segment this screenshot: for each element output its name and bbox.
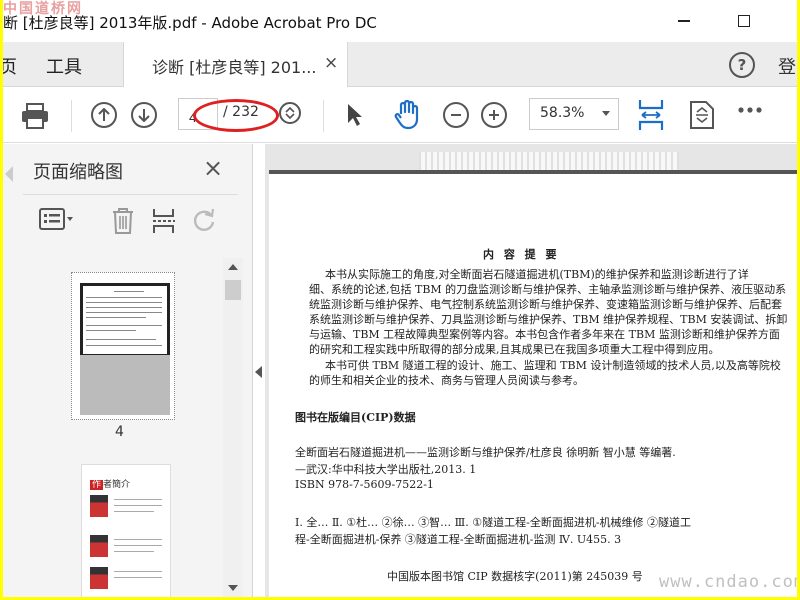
scrollbar-thumb[interactable] xyxy=(225,280,241,300)
abstract-line: 的研究和工程实践中所取得的部分成果,且其成果已在我国多项重大工程中得到应用。 xyxy=(309,343,720,356)
scan-noise xyxy=(419,152,679,170)
chevron-down-icon xyxy=(602,111,610,116)
maximize-icon xyxy=(738,15,750,27)
cip-line: ISBN 978-7-5609-7522-1 xyxy=(295,478,434,491)
thumbnail-author-header: 作者簡介 xyxy=(90,477,130,490)
site-watermark-bottom: www.cndao.com xyxy=(659,572,797,592)
abstract-line: 本书可供 TBM 隧道工程的设计、施工、监理和 TBM 设计制造领域的技术人员,… xyxy=(325,359,781,372)
select-arrow-icon[interactable] xyxy=(345,102,363,128)
site-watermark-top: 中国道桥网 xyxy=(3,1,83,17)
thumbnail-line xyxy=(86,345,162,346)
abstract-line: 系统监测诊断与维护保养、刀具监测诊断与维护保养、TBM 维护保养规程、TBM 安… xyxy=(309,313,788,326)
pdf-page: 内 容 提 要 本书从实际施工的角度,对全断面岩石隧道掘进机(TBM)的维护保养… xyxy=(269,152,797,597)
author-photo xyxy=(90,567,108,589)
thumbnail-line xyxy=(114,505,162,506)
zoom-in-icon[interactable] xyxy=(481,102,507,128)
thumbnail-options-icon[interactable] xyxy=(39,207,75,231)
thumbnail-line xyxy=(114,571,162,572)
rotate-fit-icon[interactable] xyxy=(689,100,715,130)
cip-line: —武汉:华中科技大学出版社,2013. 1 xyxy=(295,463,477,476)
title-bar: 断 [杜彦良等] 2013年版.pdf - Adobe Acrobat Pro … xyxy=(3,0,797,42)
thumbnail-line xyxy=(86,325,162,326)
thumbnail-line xyxy=(86,302,162,303)
abstract-line: 细、系统的论述,包括 TBM 的刀盘监测诊断与维护保养、主轴承监测诊断与维护保养… xyxy=(309,283,787,296)
toolbar-divider xyxy=(71,100,72,132)
panel-title: 页面缩略图 xyxy=(33,162,123,183)
thumbnail-line xyxy=(86,317,146,318)
thumbnail-line xyxy=(114,551,154,552)
zoom-value: 58.3% xyxy=(540,105,585,121)
acrobat-window: 断 [杜彦良等] 2013年版.pdf - Adobe Acrobat Pro … xyxy=(3,0,797,597)
thumbnail-page-5[interactable]: 作者簡介 xyxy=(81,464,171,597)
maximize-button[interactable] xyxy=(729,8,759,34)
main-toolbar: / 232 58.3% xyxy=(3,88,797,143)
thumbnail-page-4[interactable] xyxy=(71,272,175,420)
login-button[interactable]: 登 xyxy=(778,53,796,79)
thumbnail-line xyxy=(114,545,162,546)
thumbnail-toolbar xyxy=(23,194,238,242)
thumbnail-header-text: 者簡介 xyxy=(103,480,131,490)
close-panel-icon[interactable]: × xyxy=(203,154,223,182)
abstract-line: 与运输、TBM 工程故障典型案例等内容。本书包含作者多年来在 TBM 监测诊断和… xyxy=(309,328,780,341)
tab-document[interactable]: 诊断 [杜彦良等] 201... × xyxy=(123,42,348,87)
page-stepper-icon[interactable] xyxy=(279,102,301,124)
author-photo xyxy=(90,535,108,557)
cip-heading: 图书在版编目(CIP)数据 xyxy=(295,411,416,424)
thumbnail-line xyxy=(86,339,156,340)
zoom-out-icon[interactable] xyxy=(443,102,469,128)
thumbnail-line xyxy=(86,330,136,331)
more-icon[interactable] xyxy=(737,106,763,114)
insert-page-icon[interactable] xyxy=(151,207,177,235)
toolbar-divider xyxy=(323,100,324,132)
abstract-line: 统监测诊断与维护保养、电气控制系统监测诊断与维护保养、变速箱监测诊断与维护保养、… xyxy=(309,298,782,311)
delete-page-icon[interactable] xyxy=(111,207,135,235)
scroll-up-icon[interactable] xyxy=(228,264,238,270)
fit-width-icon[interactable] xyxy=(637,98,665,132)
minimize-button[interactable] xyxy=(669,8,699,34)
collapse-panel-icon[interactable] xyxy=(255,366,262,378)
classification-line: 程-全断面掘进机-保养 ③隧道工程-全断面掘进机-监测 Ⅳ. U455. 3 xyxy=(295,533,622,546)
thumbnail-line xyxy=(114,577,162,578)
thumbnail-page-label: 4 xyxy=(115,424,124,440)
help-button[interactable]: ? xyxy=(729,52,755,78)
scroll-down-icon[interactable] xyxy=(228,585,238,591)
thumbnail-shaded-region xyxy=(80,355,170,415)
thumbnail-header-tag: 作 xyxy=(90,480,104,490)
classification-line: Ⅰ. 全… Ⅱ. ①杜… ②徐… ③智… Ⅲ. ①隧道工程-全断面掘进机-机械维… xyxy=(295,516,692,529)
page-thumbnails-panel: 页面缩略图 × 4 作 者簡介 xyxy=(3,144,253,597)
thumbnail-page-image xyxy=(76,277,170,415)
rotate-page-icon[interactable] xyxy=(191,207,217,233)
panel-notch xyxy=(5,166,13,182)
thumbnail-line xyxy=(86,307,162,308)
zoom-select[interactable]: 58.3% xyxy=(529,98,619,130)
tab-bar: 页 工具 诊断 [杜彦良等] 201... × ? 登 xyxy=(3,42,797,87)
thumbnail-line xyxy=(114,291,144,292)
tab-tools[interactable]: 工具 xyxy=(46,53,82,79)
abstract-heading: 内 容 提 要 xyxy=(483,248,560,261)
close-tab-icon[interactable]: × xyxy=(324,53,338,73)
abstract-line: 本书从实际施工的角度,对全断面岩石隧道掘进机(TBM)的维护保养和监测诊断进行了… xyxy=(325,268,749,281)
minimize-icon xyxy=(678,20,690,22)
document-view: 内 容 提 要 本书从实际施工的角度,对全断面岩石隧道掘进机(TBM)的维护保养… xyxy=(265,144,797,597)
tab-home[interactable]: 页 xyxy=(3,53,17,79)
hand-tool-icon[interactable] xyxy=(393,100,421,130)
thumbnail-scrollbar[interactable] xyxy=(223,258,243,597)
tab-document-label: 诊断 [杜彦良等] 201... xyxy=(152,58,317,77)
highlight-annotation-ellipse xyxy=(193,99,279,132)
previous-page-icon[interactable] xyxy=(91,102,117,128)
print-icon[interactable] xyxy=(19,100,51,132)
abstract-line: 的师生和相关企业的技术、商务与管理人员阅读与参考。 xyxy=(309,374,584,387)
next-page-icon[interactable] xyxy=(131,102,157,128)
thumbnail-line xyxy=(86,312,162,313)
thumbnail-line xyxy=(114,511,154,512)
thumbnail-line xyxy=(114,539,162,540)
cip-number: 中国版本图书馆 CIP 数据核字(2011)第 245039 号 xyxy=(387,570,643,583)
thumbnail-line xyxy=(114,499,162,500)
thumbnail-line xyxy=(86,297,162,298)
author-photo xyxy=(90,495,108,517)
cip-line: 全断面岩石隧道掘进机——监测诊断与维护保养/杜彦良 徐明新 智小慧 等编著. xyxy=(295,446,676,459)
